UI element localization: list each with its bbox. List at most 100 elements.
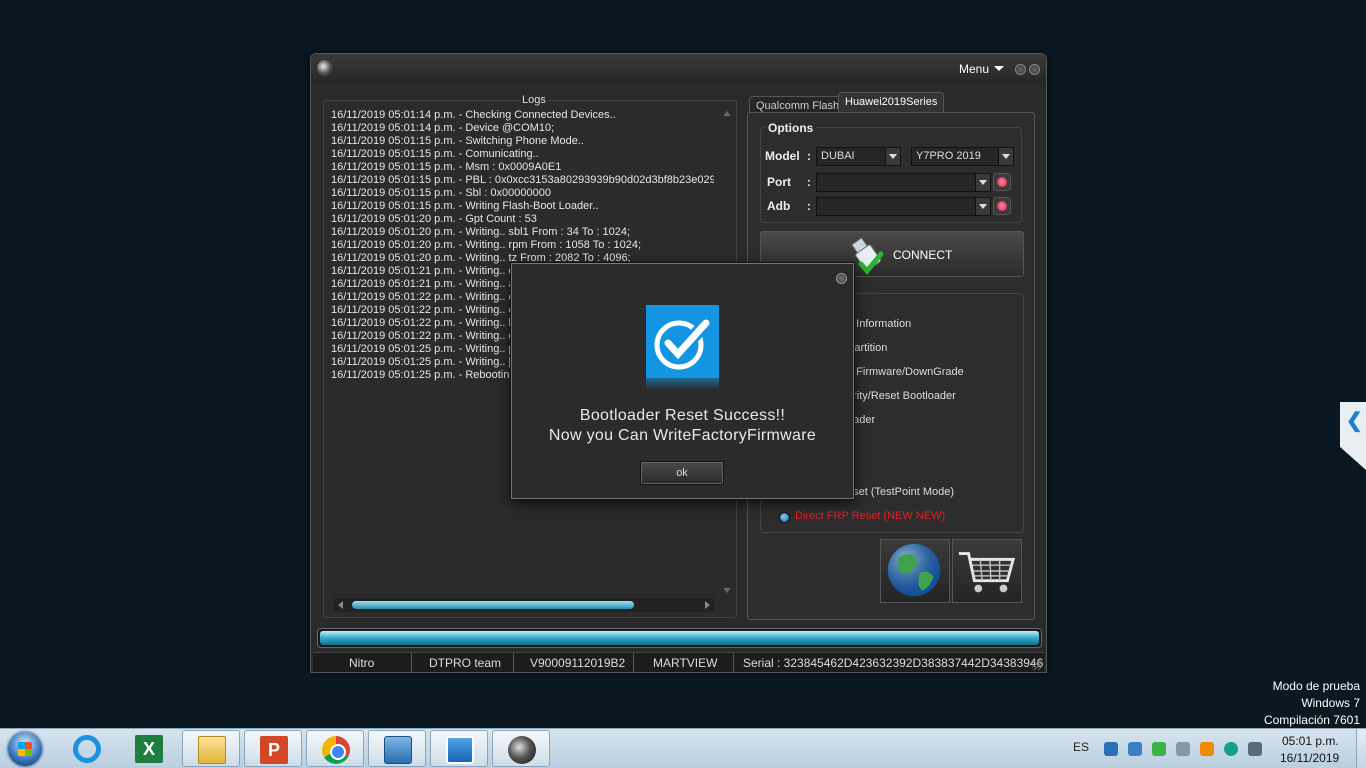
taskbar-explorer[interactable] bbox=[182, 730, 240, 767]
log-line: 16/11/2019 05:01:15 p.m. - Switching Pho… bbox=[331, 135, 584, 147]
taskbar-ie[interactable] bbox=[58, 730, 116, 767]
clock-time[interactable]: 05:01 p.m. bbox=[1282, 734, 1339, 748]
dialog-message-line2: Now you Can WriteFactoryFirmware bbox=[548, 427, 817, 444]
dialog-close-button[interactable] bbox=[836, 273, 847, 284]
status-divider bbox=[633, 653, 634, 673]
check-icon bbox=[646, 305, 719, 390]
scroll-thumb[interactable] bbox=[352, 601, 634, 609]
taskbar-chrome[interactable] bbox=[306, 730, 364, 767]
status-divider bbox=[513, 653, 514, 673]
tray-sync-icon[interactable] bbox=[1128, 742, 1142, 756]
refresh-icon bbox=[997, 201, 1007, 211]
excel-icon: X bbox=[135, 735, 163, 763]
scroll-up-icon[interactable] bbox=[723, 111, 731, 116]
status-team: DTPRO team bbox=[429, 656, 502, 670]
model-label: Model bbox=[765, 149, 800, 163]
volume-icon[interactable] bbox=[1176, 742, 1190, 756]
log-line: 16/11/2019 05:01:14 p.m. - Checking Conn… bbox=[331, 109, 616, 121]
chrome-icon bbox=[322, 736, 350, 764]
function-direct-frp-reset[interactable]: Direct FRP Reset (NEW NEW) bbox=[795, 510, 945, 522]
menu-button[interactable]: Menu bbox=[959, 62, 1004, 76]
side-panel-tab[interactable]: ❮ bbox=[1340, 402, 1366, 470]
resize-grip[interactable] bbox=[1032, 660, 1042, 670]
function-reset-bootloader[interactable]: urity/Reset Bootloader bbox=[847, 390, 956, 402]
function-reset-testpoint[interactable]: eset (TestPoint Mode) bbox=[847, 486, 954, 498]
radio-direct-frp[interactable] bbox=[779, 512, 790, 523]
log-line: 16/11/2019 05:01:20 p.m. - Gpt Count : 5… bbox=[331, 213, 537, 225]
status-serial: Serial : 323845462D423632392D383837442D3… bbox=[743, 656, 1044, 670]
close-button[interactable] bbox=[1029, 64, 1040, 75]
adb-select[interactable] bbox=[816, 197, 991, 216]
clock-date[interactable]: 16/11/2019 bbox=[1280, 751, 1339, 765]
ok-button[interactable]: ok bbox=[640, 461, 724, 485]
adb-colon: : bbox=[807, 199, 811, 213]
log-line: 16/11/2019 05:01:15 p.m. - Sbl : 0x00000… bbox=[331, 187, 551, 199]
log-line: 16/11/2019 05:01:15 p.m. - PBL : 0x0xcc3… bbox=[331, 174, 714, 186]
model-colon: : bbox=[807, 149, 811, 163]
port-select[interactable] bbox=[816, 173, 991, 192]
taskbar-excel[interactable]: X bbox=[120, 730, 178, 767]
log-line: 16/11/2019 05:01:20 p.m. - Writing.. sbl… bbox=[331, 226, 631, 238]
start-button[interactable] bbox=[5, 731, 45, 767]
taskbar-powerpoint[interactable]: P bbox=[244, 730, 302, 767]
variant-select[interactable]: Y7PRO 2019 bbox=[911, 147, 1014, 166]
remote-desktop-icon bbox=[446, 736, 474, 764]
chevron-down-icon bbox=[979, 180, 987, 185]
globe-icon bbox=[887, 543, 941, 597]
shop-button[interactable] bbox=[952, 539, 1022, 603]
log-line: 16/11/2019 05:01:15 p.m. - Writing Flash… bbox=[331, 200, 599, 212]
scroll-left-icon[interactable] bbox=[338, 601, 343, 609]
connect-label: CONNECT bbox=[893, 248, 953, 262]
tray-security-icon[interactable] bbox=[1152, 742, 1166, 756]
function-firmware-downgrade[interactable]: e Firmware/DownGrade bbox=[847, 366, 964, 378]
watermark-line2: Windows 7 bbox=[1301, 696, 1360, 710]
progress-bar bbox=[317, 628, 1042, 648]
status-bar: Nitro DTPRO team V90009112019B2 MARTVIEW… bbox=[313, 652, 1044, 673]
port-colon: : bbox=[807, 175, 811, 189]
tool-app-icon bbox=[508, 736, 536, 764]
port-label: Port bbox=[767, 175, 791, 189]
options-group: Options Model : DUBAI Y7PRO 2019 Port : … bbox=[760, 121, 1022, 223]
chevron-left-icon: ❮ bbox=[1346, 410, 1363, 432]
log-line: 16/11/2019 05:01:15 p.m. - Msm : 0x0009A… bbox=[331, 161, 562, 173]
success-dialog: Bootloader Reset Success!! Now you Can W… bbox=[511, 263, 854, 499]
taskbar-tool[interactable] bbox=[492, 730, 550, 767]
chevron-down-icon bbox=[1002, 154, 1010, 159]
windows-logo-icon bbox=[8, 732, 42, 766]
chevron-down-icon bbox=[889, 154, 897, 159]
show-desktop-button[interactable] bbox=[1356, 729, 1366, 768]
log-line: 16/11/2019 05:01:14 p.m. - Device @COM10… bbox=[331, 122, 555, 134]
scroll-down-icon[interactable] bbox=[723, 588, 731, 593]
test-mode-watermark: Modo de prueba Windows 7 Compilación 760… bbox=[1264, 678, 1360, 729]
status-divider bbox=[411, 653, 412, 673]
variant-select-value: Y7PRO 2019 bbox=[916, 150, 981, 162]
dialog-message-line1: Bootloader Reset Success!! bbox=[579, 407, 786, 424]
model-select[interactable]: DUBAI bbox=[816, 147, 901, 166]
port-refresh-button[interactable] bbox=[993, 173, 1011, 191]
log-line: 16/11/2019 05:01:15 p.m. - Comunicating.… bbox=[331, 148, 539, 160]
refresh-icon bbox=[997, 177, 1007, 187]
minimize-button[interactable] bbox=[1015, 64, 1026, 75]
taskbar-network[interactable] bbox=[368, 730, 426, 767]
watermark-line3: Compilación 7601 bbox=[1263, 713, 1360, 727]
tab-huawei2019series[interactable]: Huawei2019Series bbox=[838, 92, 945, 113]
adb-label: Adb bbox=[767, 199, 791, 213]
options-title: Options bbox=[765, 121, 817, 135]
app-logo-icon bbox=[317, 60, 333, 76]
website-button[interactable] bbox=[880, 539, 950, 603]
title-bar[interactable]: Menu bbox=[311, 54, 1046, 84]
scroll-right-icon[interactable] bbox=[705, 601, 710, 609]
function-read-information[interactable]: e Information bbox=[847, 318, 911, 330]
logs-horizontal-scrollbar[interactable] bbox=[334, 598, 714, 612]
tray-app-icon[interactable] bbox=[1104, 742, 1118, 756]
language-indicator[interactable]: ES bbox=[1073, 740, 1089, 754]
folder-icon bbox=[198, 736, 226, 764]
taskbar-remote-desktop[interactable] bbox=[430, 730, 488, 767]
network-status-icon[interactable] bbox=[1248, 742, 1262, 756]
status-version: V90009112019B2 bbox=[530, 656, 626, 670]
adb-refresh-button[interactable] bbox=[993, 197, 1011, 215]
watermark-line1: Modo de prueba bbox=[1272, 679, 1360, 693]
powerpoint-icon: P bbox=[260, 736, 288, 764]
tray-signal-icon[interactable] bbox=[1200, 742, 1214, 756]
tray-e-icon[interactable] bbox=[1224, 742, 1238, 756]
